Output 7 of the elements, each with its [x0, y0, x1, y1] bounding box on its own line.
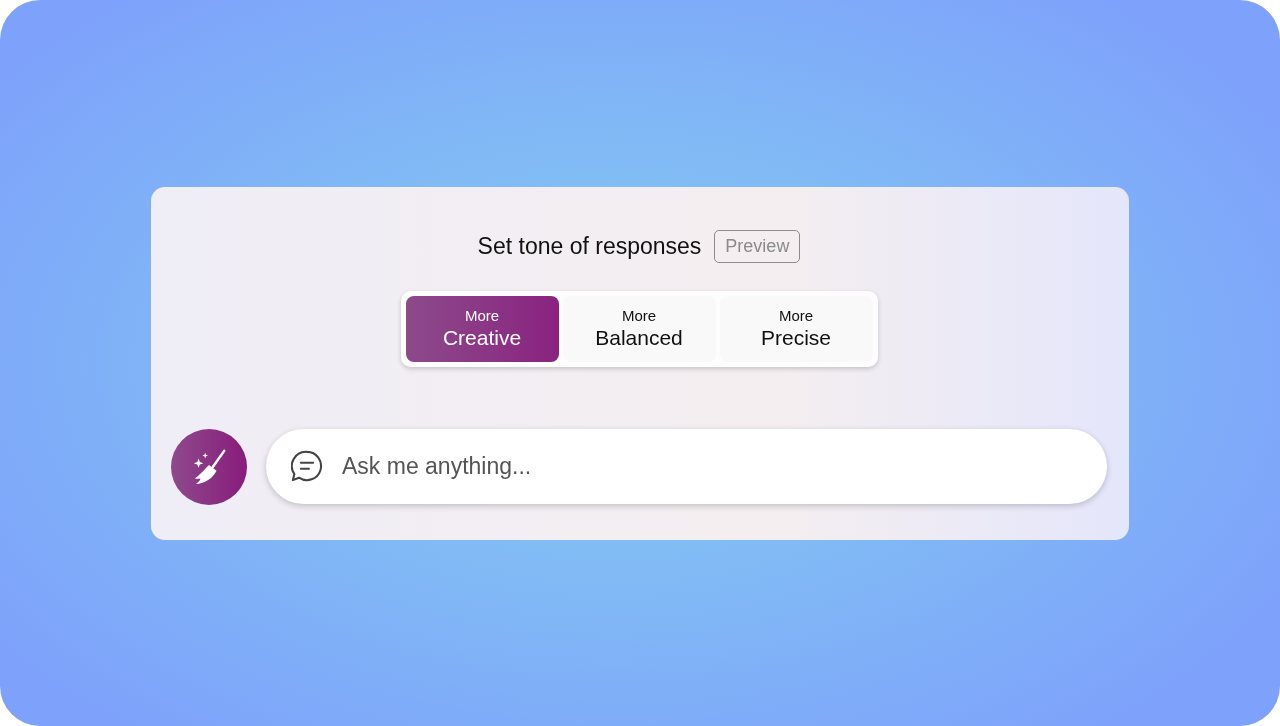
preview-badge: Preview — [714, 229, 801, 263]
tone-option[interactable]: More Creative — [405, 295, 559, 362]
chat-input-field[interactable]: Ask me anything... — [266, 429, 1107, 504]
tone-option[interactable]: More Balanced — [562, 295, 716, 362]
panel-title: Set tone of responses — [477, 231, 702, 261]
chat-bubble-icon — [291, 450, 323, 482]
tone-option[interactable]: More Precise — [719, 295, 873, 362]
